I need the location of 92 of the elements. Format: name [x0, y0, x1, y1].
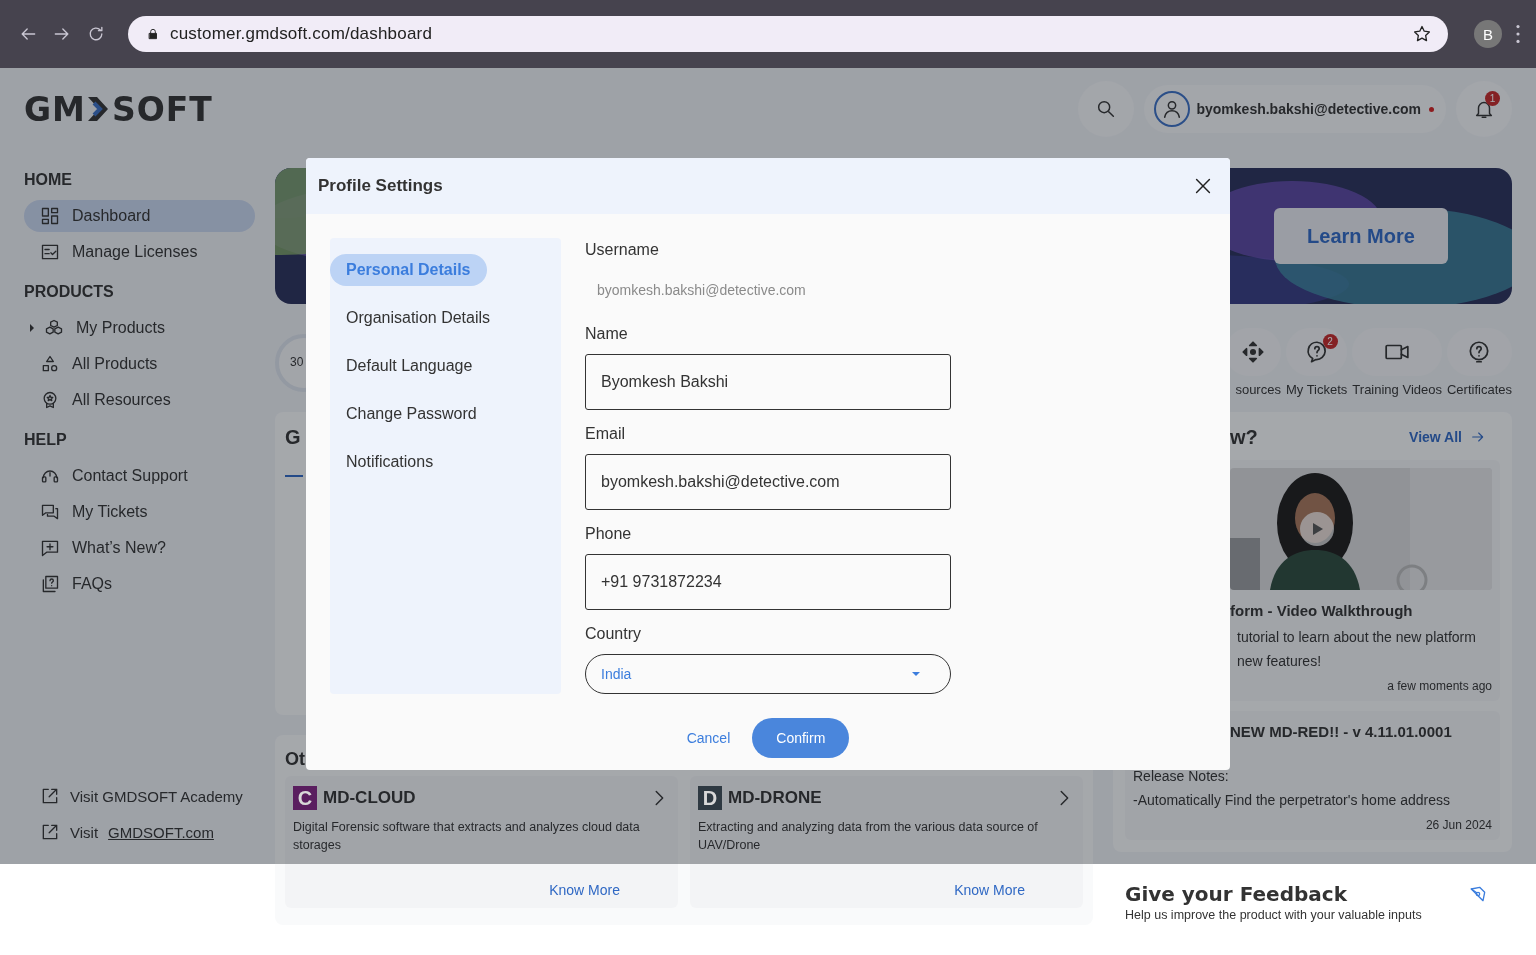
external-link-icon — [40, 786, 60, 806]
field-label: Phone — [585, 524, 633, 544]
field-value: byomkesh.bakshi@detective.com — [596, 281, 807, 300]
sidebar-item[interactable]: All Products — [24, 348, 255, 380]
sidebar-label: What’s New? — [72, 539, 166, 557]
sidebar-label: All Products — [72, 355, 158, 373]
chat-icon — [40, 502, 60, 522]
post-title: NEW MD-RED!! - v 4.11.01.0001 — [1230, 723, 1453, 740]
link-label: Visit — [70, 823, 99, 841]
input-field[interactable]: +91 9731872234 — [585, 554, 951, 610]
external-link-icon — [40, 822, 60, 842]
quick-link-label: sources — [1234, 382, 1281, 397]
quick-link-button[interactable]: 2 — [1285, 328, 1348, 376]
cancel-button[interactable]: Cancel — [680, 729, 737, 747]
lock-icon — [146, 27, 160, 41]
settings-tab[interactable]: Change Password — [330, 398, 493, 430]
sidebar-label: All Resources — [72, 391, 171, 409]
notification-badge: 1 — [1485, 91, 1500, 106]
product-logo: C — [293, 786, 317, 810]
tab-underline — [285, 475, 303, 477]
pen-icon — [1468, 884, 1488, 904]
sidebar-item[interactable]: FAQs — [24, 568, 255, 600]
post-time: a few moments ago — [1387, 679, 1492, 693]
sidebar-label: My Tickets — [72, 503, 148, 521]
sidebar-label: FAQs — [72, 575, 112, 593]
feedback-title: Give your Feedback — [1125, 882, 1347, 906]
user-menu[interactable]: byomkesh.bakshi@detective.com — [1144, 85, 1446, 133]
confirm-button[interactable]: Confirm — [752, 718, 850, 758]
field-label: Email — [585, 424, 626, 444]
feedback-subtitle: Help us improve the product with your valuable inputs — [1125, 908, 1423, 922]
post-title: form - Video Walkthrough — [1230, 602, 1414, 619]
settings-tab[interactable]: Organisation Details — [330, 302, 507, 334]
field-label: Name — [585, 324, 629, 344]
star-icon — [1412, 24, 1432, 44]
sidebar-item[interactable]: My Products — [24, 312, 255, 344]
quick-link-label: Training Videos — [1352, 382, 1442, 397]
sidebar-item[interactable]: What’s New? — [24, 532, 255, 564]
shapes-icon — [40, 354, 60, 374]
post-text: tutorial to learn about the new platform — [1237, 628, 1477, 647]
profile-avatar[interactable]: B — [1474, 20, 1502, 48]
faq-icon — [40, 574, 60, 594]
product-description: Digital Forensic software that extracts and analyzes cloud data storages — [293, 819, 641, 854]
checklist-icon — [40, 242, 60, 262]
sidebar-item[interactable]: All Resources — [24, 384, 255, 416]
sidebar-item[interactable]: My Tickets — [24, 496, 255, 528]
input-field[interactable]: byomkesh.bakshi@detective.com — [585, 454, 951, 510]
progress-reading: 30 — [290, 355, 304, 369]
field-label: Country — [585, 624, 643, 644]
learn-more-button[interactable]: Learn More — [1274, 208, 1448, 264]
section-heading: PRODUCTS — [24, 282, 115, 302]
dashboard-icon — [40, 206, 60, 226]
sidebar-item[interactable]: Manage Licenses — [24, 236, 255, 268]
sidebar-label: Contact Support — [72, 467, 188, 485]
know-more-link[interactable]: Know More — [549, 882, 620, 898]
message-plus-icon — [40, 538, 60, 558]
post-text: -Automatically Find the perpetrator's home address — [1133, 791, 1452, 810]
know-more-link[interactable]: Know More — [954, 882, 1025, 898]
view-all-link[interactable]: View All — [1409, 429, 1486, 445]
sidebar-label: My Products — [76, 319, 165, 337]
website-link[interactable]: GMDSOFT.com — [108, 823, 214, 841]
status-dot-icon — [1429, 106, 1434, 112]
notifications-button[interactable]: 1 — [1456, 81, 1512, 137]
logo: GM SOFT — [24, 92, 213, 126]
quick-link-label: Certificates — [1446, 382, 1512, 397]
field-label: Username — [585, 240, 660, 260]
post-text: new features! — [1237, 652, 1323, 671]
post-date: 26 Jun 2024 — [1425, 818, 1492, 832]
product-description: Extracting and analyzing data from the various data source of UAV/Drone — [698, 819, 1039, 854]
sidebar-label: Dashboard — [72, 207, 151, 225]
sidebar-item[interactable]: Contact Support — [24, 460, 255, 492]
card-title: w? — [1230, 425, 1258, 449]
section-heading: HOME — [24, 170, 73, 190]
academy-link[interactable]: Visit GMDSOFT Academy — [70, 787, 243, 805]
input-field[interactable]: Byomkesh Bakshi — [585, 354, 951, 410]
ticket-badge: 2 — [1322, 334, 1338, 349]
sidebar-label: Manage Licenses — [72, 243, 198, 261]
more-icon — [1516, 25, 1520, 43]
arrow-right-icon — [1470, 429, 1486, 445]
card-title: G — [285, 426, 301, 449]
product-name: MD-DRONE — [728, 788, 822, 808]
quick-link-label: My Tickets — [1285, 382, 1348, 397]
dialog-title: Profile Settings — [318, 176, 444, 196]
settings-tab[interactable]: Default Language — [330, 350, 489, 382]
sidebar-item[interactable]: Dashboard — [24, 200, 255, 232]
post-text: Release Notes: — [1133, 767, 1230, 786]
address-bar[interactable]: customer.gmdsoft.com/dashboard — [128, 16, 1448, 52]
card-title: Ot — [285, 749, 305, 770]
settings-tab[interactable]: Notifications — [330, 446, 450, 478]
product-logo: D — [698, 786, 722, 810]
product-name: MD-CLOUD — [323, 788, 416, 808]
section-heading: HELP — [24, 430, 68, 450]
caret-icon — [912, 672, 920, 676]
